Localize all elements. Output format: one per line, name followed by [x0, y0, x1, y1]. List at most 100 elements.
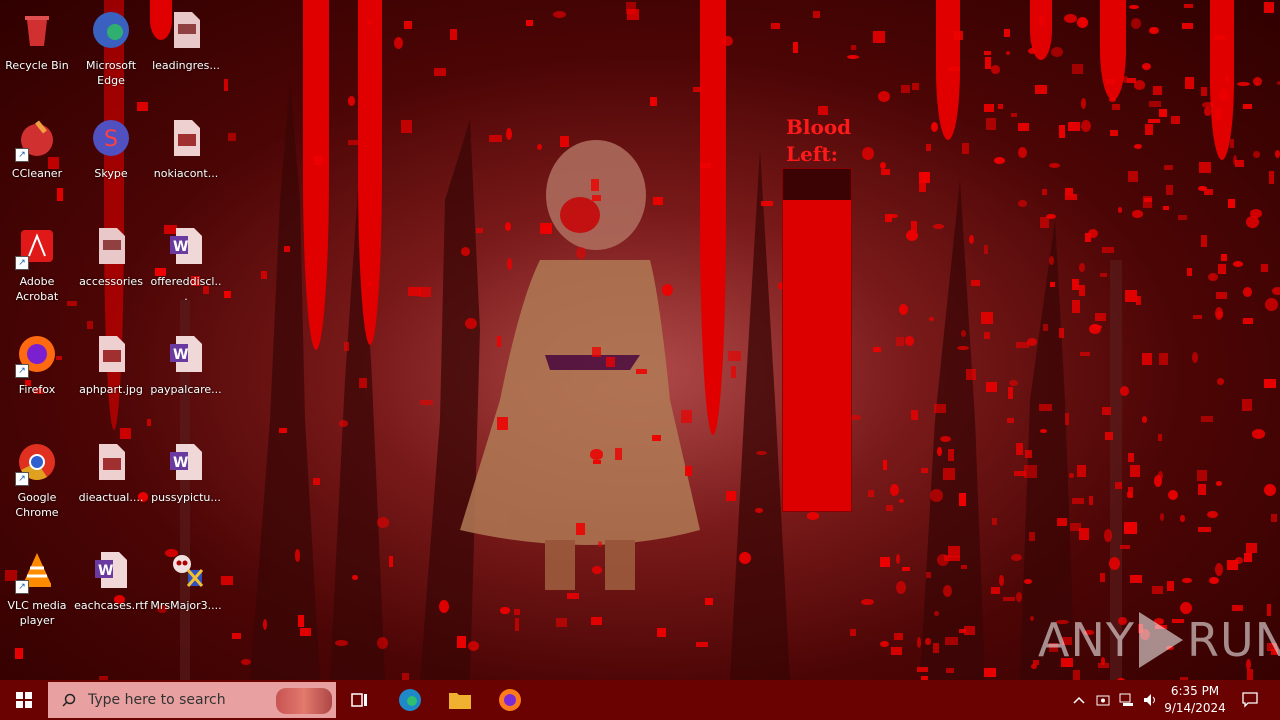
- blood-speck: [1104, 431, 1114, 441]
- desktop-icon-leadingres[interactable]: leadingres...: [149, 2, 223, 102]
- taskbar-firefox[interactable]: [494, 680, 526, 720]
- desktop-icon-adobe-acrobat[interactable]: ↗ Adobe Acrobat: [0, 218, 74, 318]
- blood-speck: [1003, 596, 1016, 601]
- blood-speck: [948, 449, 955, 461]
- desktop-icon-label: pussypictu...: [151, 491, 221, 504]
- blood-speck: [1162, 206, 1169, 211]
- word-icon: W: [164, 334, 208, 378]
- desktop-icon-offereddiscl[interactable]: Woffereddiscl...: [149, 218, 223, 318]
- desktop-icon-vlc-media-player[interactable]: ↗ VLC media player: [0, 542, 74, 642]
- desktop-icon-pussypictu[interactable]: Wpussypictu...: [149, 434, 223, 534]
- blood-speck: [1129, 465, 1141, 478]
- blood-speck: [1157, 433, 1163, 442]
- blood-speck: [1252, 429, 1266, 439]
- skull-icon: [164, 550, 208, 594]
- blood-speck: [793, 41, 798, 54]
- taskbar-edge[interactable]: [394, 680, 426, 720]
- blood-speck: [1207, 510, 1219, 519]
- blood-speck: [983, 667, 996, 678]
- notification-icon: [1242, 692, 1258, 708]
- desktop-icon-label: Adobe Acrobat: [15, 275, 59, 303]
- desktop-icon-ccleaner[interactable]: ↗ CCleaner: [0, 110, 74, 210]
- blood-speck: [947, 546, 961, 557]
- desktop-icon-aphpart-jpg[interactable]: aphpart.jpg: [74, 326, 148, 426]
- blood-speck: [1103, 529, 1112, 542]
- blood-speck: [1132, 210, 1144, 218]
- desktop-icon-eachcases-rtf[interactable]: Weachcases.rtf: [74, 542, 148, 642]
- blood-speck: [930, 489, 943, 502]
- blood-speck: [1159, 512, 1165, 521]
- volume-button[interactable]: [1140, 680, 1162, 720]
- clock[interactable]: 6:35 PM 9/14/2024: [1160, 683, 1230, 717]
- blood-speck: [880, 641, 889, 648]
- blood-speck: [339, 420, 349, 427]
- blood-speck: [420, 400, 434, 406]
- desktop-icon-label: accessories: [79, 275, 143, 288]
- blood-drip: [303, 0, 329, 350]
- document-icon: [164, 10, 208, 54]
- blood-speck: [1166, 185, 1174, 196]
- show-hidden-icons-button[interactable]: [1068, 680, 1090, 720]
- word-icon: W: [164, 442, 208, 486]
- start-button[interactable]: [0, 680, 48, 720]
- blood-speck: [1157, 471, 1163, 481]
- blood-speck: [898, 303, 908, 315]
- blood-speck: [1263, 483, 1276, 496]
- anyrun-watermark: ANY RUN: [1038, 608, 1280, 672]
- desktop-icon-dieactual[interactable]: dieactual....: [74, 434, 148, 534]
- blood-speck: [496, 417, 508, 430]
- desktop-icon-label: Firefox: [18, 383, 56, 396]
- blood-speck: [1185, 76, 1195, 89]
- blood-speck: [433, 67, 446, 77]
- vlc-icon: ↗: [15, 550, 59, 594]
- taskbar-file-explorer[interactable]: [444, 680, 476, 720]
- desktop-icon-google-chrome[interactable]: ↗ Google Chrome: [0, 434, 74, 534]
- blood-speck: [1100, 573, 1106, 582]
- shortcut-arrow-icon: ↗: [15, 580, 29, 594]
- blood-speck: [650, 97, 658, 107]
- document-icon: [89, 226, 133, 270]
- blood-speck: [925, 571, 932, 578]
- network-button[interactable]: [1116, 680, 1138, 720]
- edge-icon: [89, 10, 133, 54]
- blood-speck: [592, 346, 601, 358]
- shortcut-arrow-icon: ↗: [15, 472, 29, 486]
- blood-speck: [739, 552, 751, 564]
- blood-speck: [1126, 491, 1132, 497]
- blood-speck: [261, 271, 268, 279]
- desktop-icon-accessories[interactable]: accessories: [74, 218, 148, 318]
- blood-speck: [997, 103, 1003, 109]
- desktop-icon-nokiacont[interactable]: nokiacont...: [149, 110, 223, 210]
- word-icon: W: [164, 226, 208, 270]
- desktop-icon-paypalcare[interactable]: Wpaypalcare...: [149, 326, 223, 426]
- firefox-icon: ↗: [15, 334, 59, 378]
- blood-speck: [1117, 207, 1123, 213]
- desktop-icon-label: Skype: [94, 167, 128, 180]
- desktop-icon-microsoft-edge[interactable]: Microsoft Edge: [74, 2, 148, 102]
- blood-speck: [1130, 575, 1143, 583]
- desktop-icon-skype[interactable]: S Skype: [74, 110, 148, 210]
- blood-speck: [1043, 324, 1049, 331]
- desktop-icon-label: paypalcare...: [150, 383, 222, 396]
- blood-speck: [1029, 616, 1034, 622]
- blood-speck: [1063, 13, 1077, 24]
- blood-speck: [552, 11, 566, 19]
- desktop-icon-recycle-bin[interactable]: Recycle Bin: [0, 2, 74, 102]
- notifications-button[interactable]: [1236, 680, 1264, 720]
- tray-app-icon[interactable]: [1092, 680, 1114, 720]
- blood-speck: [770, 23, 781, 30]
- blood-speck: [1006, 417, 1014, 423]
- blood-speck: [1069, 523, 1082, 532]
- blood-speck: [920, 468, 928, 474]
- desktop-icon-firefox[interactable]: ↗ Firefox: [0, 326, 74, 426]
- blood-speck: [1144, 123, 1153, 135]
- desktop-icon-mrsmajor3[interactable]: MrsMajor3....: [149, 542, 223, 642]
- blood-speck: [352, 574, 358, 581]
- task-view-button[interactable]: [344, 680, 376, 720]
- acrobat-icon: ↗: [15, 226, 59, 270]
- blood-speck: [1264, 297, 1278, 311]
- blood-speck: [1148, 119, 1160, 124]
- blood-speck: [945, 667, 954, 673]
- blood-speck: [1028, 531, 1036, 542]
- blood-speck: [1183, 3, 1193, 9]
